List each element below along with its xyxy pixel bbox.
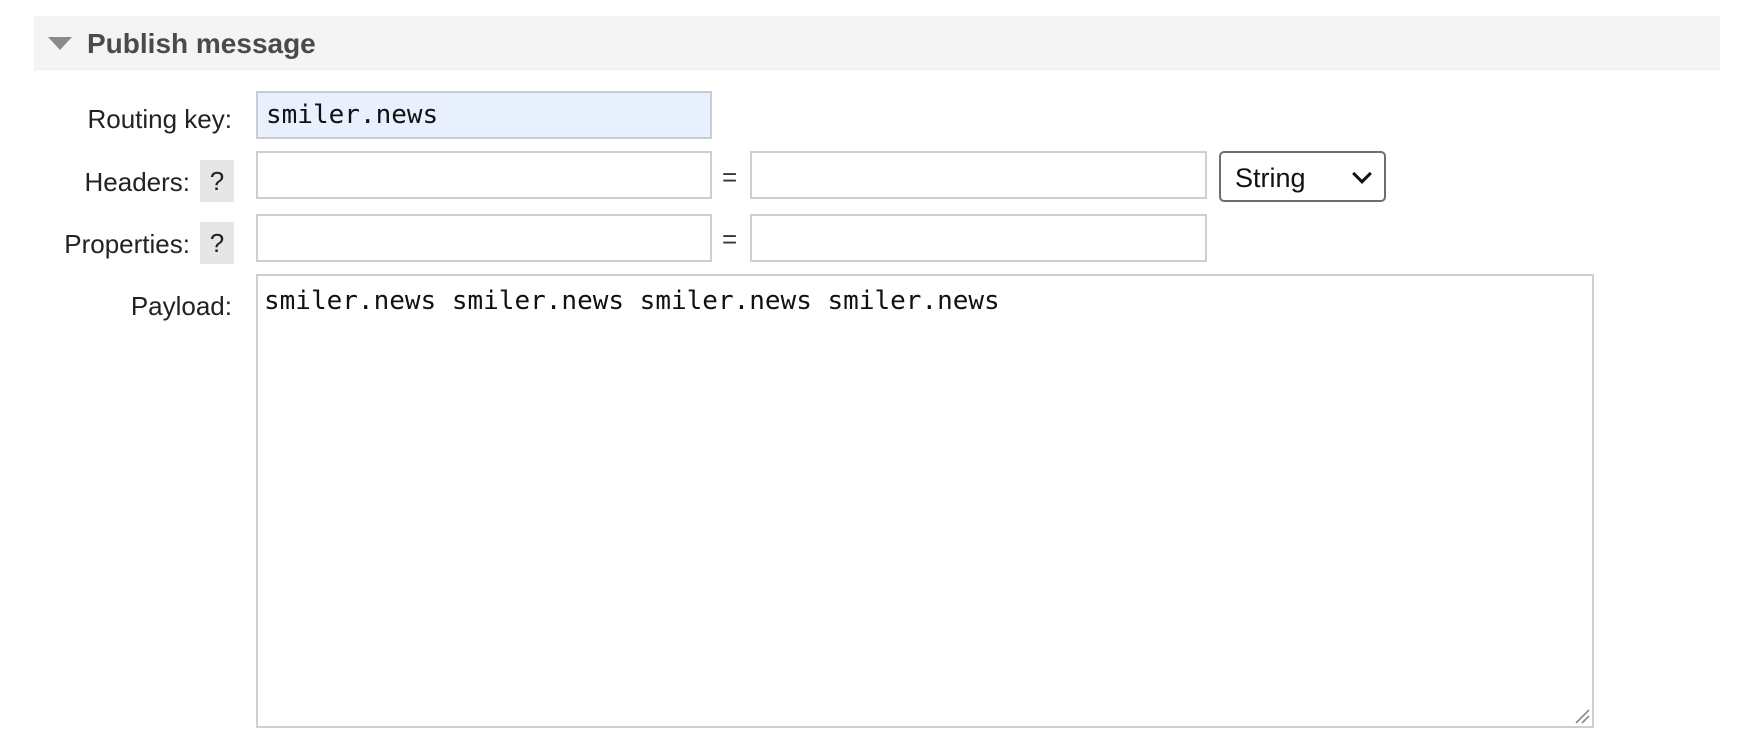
resize-grip-icon[interactable] — [1574, 708, 1590, 724]
properties-label: Properties: — [64, 229, 190, 259]
payload-textarea[interactable]: smiler.news smiler.news smiler.news smil… — [256, 274, 1594, 728]
payload-label: Payload: — [130, 291, 232, 321]
headers-help-button[interactable]: ? — [200, 160, 234, 202]
triangle-down-icon[interactable] — [48, 37, 72, 50]
property-key-input[interactable] — [256, 214, 712, 262]
header-value-input[interactable] — [750, 151, 1207, 199]
properties-help-button[interactable]: ? — [200, 222, 234, 264]
header-type-value: String — [1235, 163, 1306, 193]
chevron-down-icon — [1352, 164, 1372, 184]
routing-key-input[interactable] — [256, 91, 712, 139]
routing-key-label: Routing key: — [87, 104, 232, 134]
publish-message-header[interactable]: Publish message — [34, 16, 1720, 70]
header-type-select[interactable]: String — [1219, 151, 1386, 202]
header-key-input[interactable] — [256, 151, 712, 199]
property-value-input[interactable] — [750, 214, 1207, 262]
properties-equals-sign: = — [722, 224, 738, 254]
headers-label: Headers: — [84, 167, 191, 197]
headers-equals-sign: = — [722, 162, 738, 192]
section-title: Publish message — [87, 28, 316, 59]
